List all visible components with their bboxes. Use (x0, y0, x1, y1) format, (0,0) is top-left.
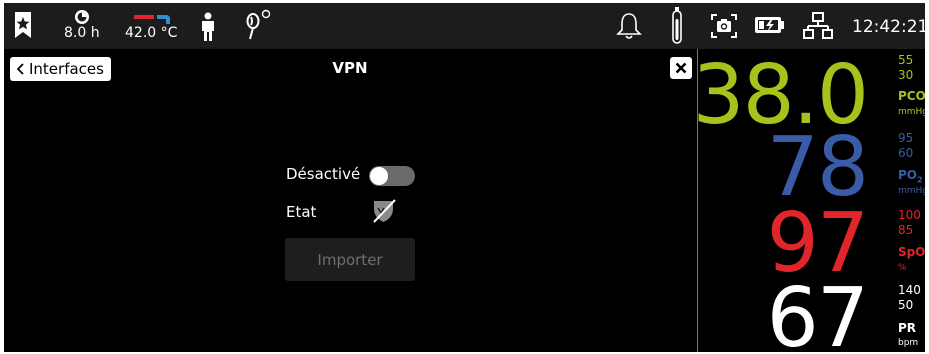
import-button[interactable]: Importer (285, 238, 415, 281)
state-label: Etat (286, 203, 317, 221)
sensor-icon[interactable] (242, 9, 272, 43)
vital-value: 67 (766, 271, 869, 353)
timer-value: 8.0 h (64, 25, 100, 41)
vital-low-limit: 85 (898, 223, 914, 237)
temperature-indicator[interactable]: 42.0 °C (125, 11, 177, 41)
vital-unit: % (898, 263, 907, 273)
vital-low-limit: 60 (898, 146, 914, 160)
monitor-screen: 8.0 h 42.0 °C 12:42:21 Interfaces VPN Dé… (4, 3, 925, 352)
camera-icon[interactable] (710, 13, 738, 39)
vital-high-limit: 55 (898, 53, 914, 67)
vital-spo2[interactable]: 97 100 85 SpO2 % (698, 203, 925, 285)
bookmark-star-icon[interactable] (13, 11, 33, 39)
vital-name: PO2 (898, 168, 923, 185)
vital-pr[interactable]: 67 140 50 PR bpm (698, 271, 925, 353)
vital-low-limit: 30 (898, 68, 914, 82)
vital-high-limit: 95 (898, 131, 914, 145)
vital-name: SpO2 (898, 245, 925, 259)
vital-po2[interactable]: 78 95 60 PO2 mmHg (698, 127, 925, 209)
vitals-panel: 38.0 55 30 PCO2 mmHg 78 95 60 PO2 mmHg 9… (692, 49, 925, 353)
vital-unit: mmHg (898, 107, 925, 117)
toggle-knob (370, 167, 388, 185)
bell-icon[interactable] (616, 12, 642, 40)
close-icon (675, 62, 687, 74)
gas-cylinder-icon[interactable] (671, 7, 683, 45)
page-title: VPN (332, 59, 368, 77)
vital-pco2[interactable]: 38.0 55 30 PCO2 mmHg (692, 49, 925, 137)
temperature-value: 42.0 °C (125, 25, 178, 41)
vpn-toggle[interactable] (369, 166, 415, 186)
vital-name: PCO2 (898, 89, 925, 103)
patient-icon[interactable] (200, 12, 216, 42)
timer-indicator[interactable]: 8.0 h (64, 9, 100, 41)
clock: 12:42:21 (852, 17, 925, 37)
temperature-bar-icon (134, 15, 171, 24)
vital-unit: bpm (898, 338, 919, 348)
vital-unit: mmHg (898, 186, 925, 196)
vpn-settings-panel: Interfaces VPN Désactivé Etat Importer (4, 49, 696, 352)
top-bar: 8.0 h 42.0 °C 12:42:21 (4, 3, 925, 49)
vital-low-limit: 50 (898, 298, 914, 312)
toggle-label: Désactivé (286, 165, 361, 183)
close-button[interactable] (670, 57, 692, 79)
vital-high-limit: 140 (898, 283, 921, 297)
clock-time: 12:42:21 (852, 17, 925, 37)
vpn-shield-disabled-icon (371, 198, 397, 228)
network-icon[interactable] (803, 11, 833, 41)
vital-high-limit: 100 (898, 208, 921, 222)
vital-name: PR (898, 321, 917, 335)
battery-charging-icon[interactable] (754, 15, 786, 35)
timer-icon (74, 10, 89, 24)
